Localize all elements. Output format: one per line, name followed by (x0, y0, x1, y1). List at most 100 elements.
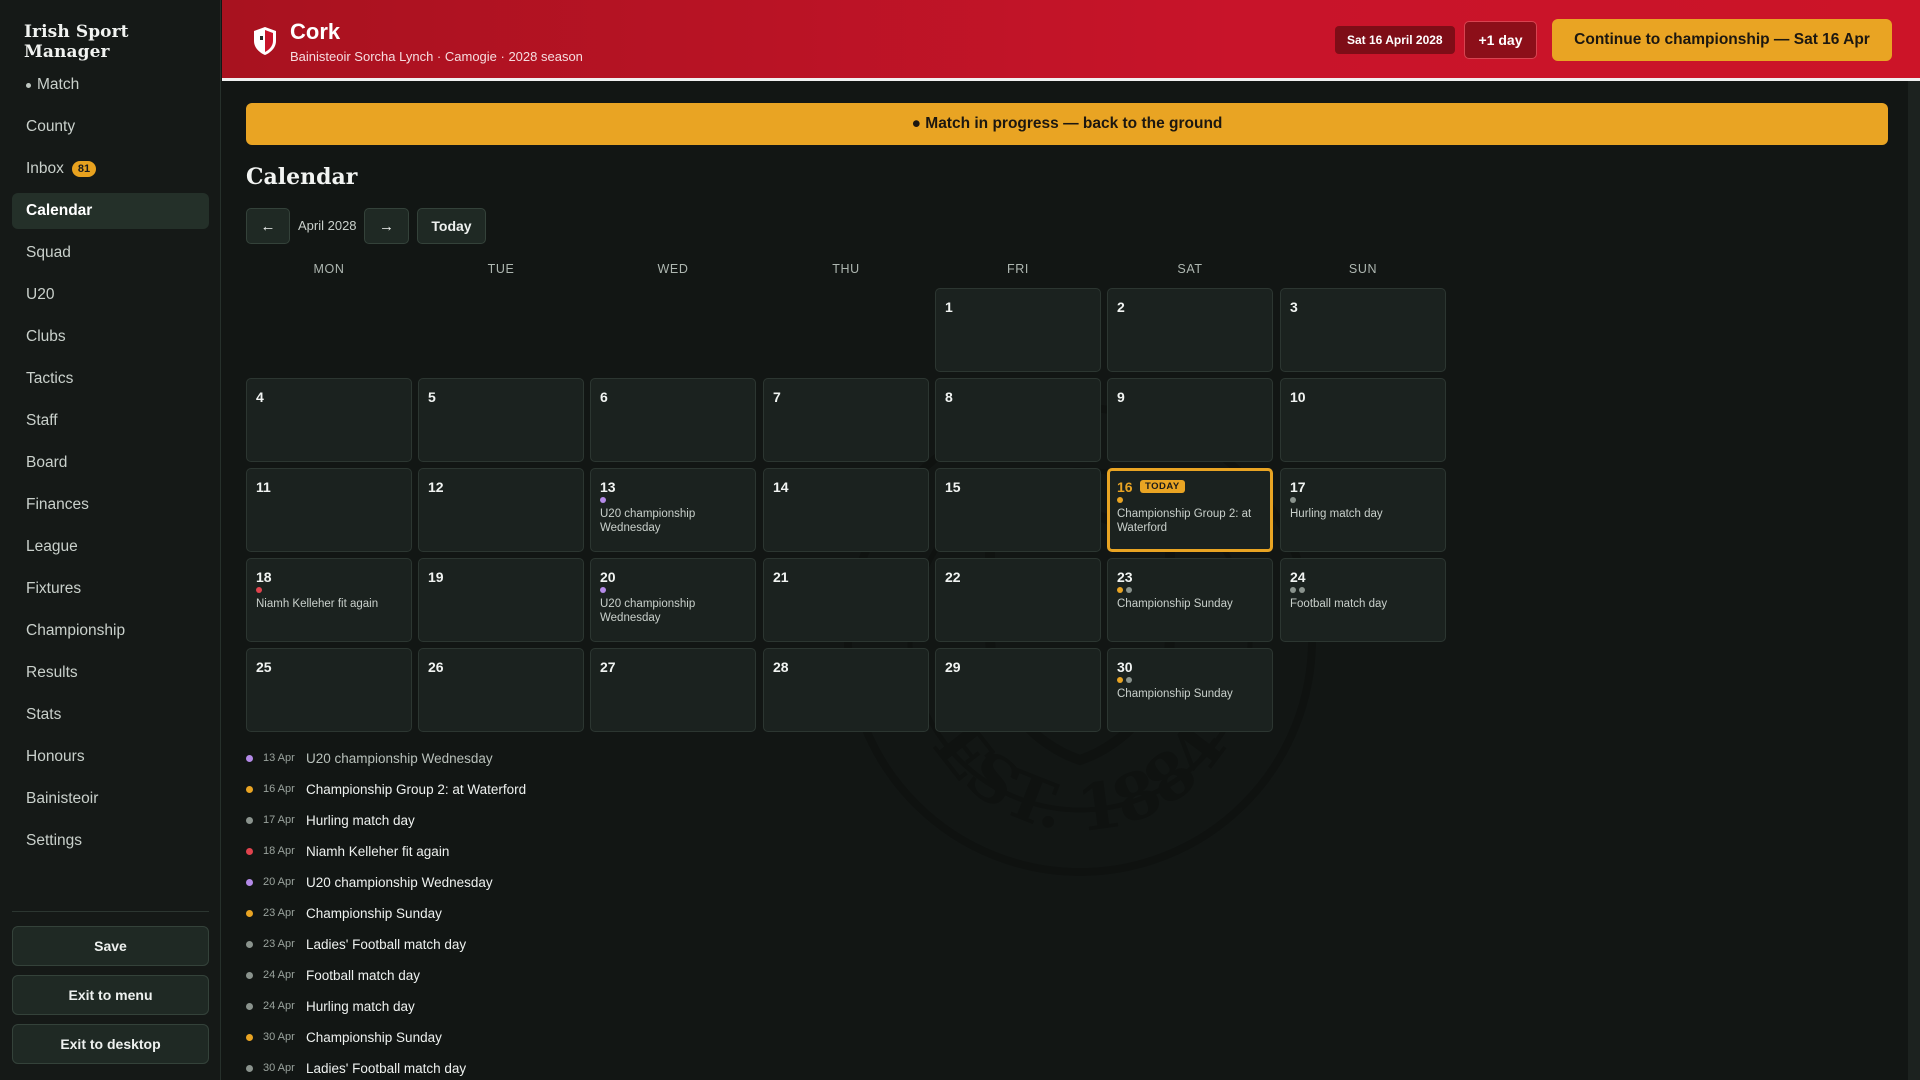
calendar-day[interactable]: 7 (763, 378, 929, 462)
calendar-day[interactable]: 17 Hurling match day (1280, 468, 1446, 552)
sidebar-item-squad[interactable]: Squad (12, 235, 209, 271)
sidebar-item-label: Calendar (26, 202, 93, 219)
day-number: 5 (428, 389, 436, 405)
calendar-day[interactable]: 19 (418, 558, 584, 642)
prev-month-button[interactable]: ← (246, 208, 290, 244)
agenda-dot-icon (246, 1002, 253, 1010)
agenda-item[interactable]: 17 Apr Hurling match day (246, 810, 415, 830)
day-event-label: Championship Group 2: at Waterford (1117, 508, 1252, 534)
sidebar-item-label: Settings (26, 832, 83, 849)
calendar-day[interactable]: 4 (246, 378, 412, 462)
event-dot-icon (600, 587, 606, 593)
agenda-title: U20 championship Wednesday (306, 750, 493, 766)
live-dot-icon (26, 82, 31, 88)
agenda-date: 16 Apr (263, 783, 295, 795)
agenda-item[interactable]: 13 Apr U20 championship Wednesday (246, 748, 493, 768)
day-number: 22 (945, 569, 961, 585)
sidebar-item-honours[interactable]: Honours (12, 739, 209, 775)
sidebar-item-fixtures[interactable]: Fixtures (12, 571, 209, 607)
save-button[interactable]: Save (12, 926, 209, 966)
team-name: Cork (290, 19, 341, 44)
event-dot-icon (1117, 497, 1123, 503)
agenda-item[interactable]: 24 Apr Hurling match day (246, 996, 415, 1016)
calendar-day[interactable]: 10 (1280, 378, 1446, 462)
next-month-button[interactable]: → (364, 208, 409, 244)
calendar-day[interactable]: 15 (935, 468, 1101, 552)
calendar-day[interactable]: 23 Championship Sunday (1107, 558, 1273, 642)
exit-to-menu-button[interactable]: Exit to menu (12, 975, 209, 1015)
calendar-day[interactable]: 11 (246, 468, 412, 552)
sidebar-item-u20[interactable]: U20 (12, 277, 209, 313)
app-title: Irish Sport Manager (24, 22, 129, 62)
agenda-item[interactable]: 30 Apr Championship Sunday (246, 1027, 442, 1047)
sidebar-item-settings[interactable]: Settings (12, 823, 209, 859)
event-dot-icon (1290, 497, 1296, 503)
sidebar-item-label: Results (26, 664, 78, 681)
page-title: Calendar (246, 164, 358, 190)
agenda-item[interactable]: 30 Apr Ladies' Football match day (246, 1058, 466, 1078)
sidebar-item-championship[interactable]: Championship (12, 613, 209, 649)
sidebar-item-label: Clubs (26, 328, 66, 345)
day-number: 24 (1290, 569, 1306, 585)
calendar-day[interactable]: 3 (1280, 288, 1446, 372)
app-root: Irish Sport Manager Match County Inbox 81 Ca… (0, 0, 1920, 1080)
agenda-item[interactable]: 18 Apr Niamh Kelleher fit again (246, 841, 449, 861)
calendar-day[interactable]: 29 (935, 648, 1101, 732)
calendar-day[interactable]: 24 Football match day (1280, 558, 1446, 642)
calendar-day[interactable]: 5 (418, 378, 584, 462)
calendar-day[interactable]: 20 U20 championship Wednesday (590, 558, 756, 642)
calendar-day[interactable]: 12 (418, 468, 584, 552)
event-dot-icon (256, 587, 262, 593)
day-number: 14 (773, 479, 789, 495)
arrow-right-icon: → (379, 217, 394, 235)
sidebar-item-calendar[interactable]: Calendar (12, 193, 209, 229)
calendar-day[interactable]: 6 (590, 378, 756, 462)
agenda-item[interactable]: 16 Apr Championship Group 2: at Waterford (246, 779, 526, 799)
calendar-day[interactable]: 9 (1107, 378, 1273, 462)
sidebar-item-bainisteoir[interactable]: Bainisteoir (12, 781, 209, 817)
calendar-day[interactable]: 2 (1107, 288, 1273, 372)
calendar-day[interactable]: 18 Niamh Kelleher fit again (246, 558, 412, 642)
sidebar-item-clubs[interactable]: Clubs (12, 319, 209, 355)
sidebar-item-board[interactable]: Board (12, 445, 209, 481)
calendar-day[interactable]: 14 (763, 468, 929, 552)
event-dots (1290, 497, 1296, 503)
sidebar-item-match[interactable]: Match (12, 67, 209, 103)
sidebar-item-staff[interactable]: Staff (12, 403, 209, 439)
sidebar-item-league[interactable]: League (12, 529, 209, 565)
agenda-item[interactable]: 24 Apr Football match day (246, 965, 420, 985)
agenda-item[interactable]: 23 Apr Ladies' Football match day (246, 934, 466, 954)
calendar-day[interactable]: 8 (935, 378, 1101, 462)
sidebar-item-stats[interactable]: Stats (12, 697, 209, 733)
day-number: 2 (1117, 299, 1125, 315)
calendar-day[interactable]: 13 U20 championship Wednesday (590, 468, 756, 552)
calendar-day[interactable]: 27 (590, 648, 756, 732)
calendar-day[interactable]: 28 (763, 648, 929, 732)
sidebar-item-label: Squad (26, 244, 71, 261)
calendar-day[interactable]: 26 (418, 648, 584, 732)
agenda-dot-icon (246, 847, 253, 855)
calendar-day[interactable]: 25 (246, 648, 412, 732)
continue-button[interactable]: Continue to championship — Sat 16 Apr (1552, 19, 1892, 61)
sidebar-item-inbox[interactable]: Inbox 81 (12, 151, 209, 187)
day-event-label: Niamh Kelleher fit again (256, 598, 379, 610)
page-scrollbar[interactable] (1908, 81, 1920, 1080)
sidebar-item-tactics[interactable]: Tactics (12, 361, 209, 397)
match-in-progress-banner[interactable]: ● Match in progress — back to the ground (246, 103, 1888, 145)
day-number: 17 (1290, 479, 1306, 495)
calendar-day[interactable]: 30 Championship Sunday (1107, 648, 1273, 732)
calendar-day[interactable]: 21 (763, 558, 929, 642)
advance-one-day-button[interactable]: +1 day (1464, 21, 1537, 59)
exit-to-desktop-button[interactable]: Exit to desktop (12, 1024, 209, 1064)
today-button[interactable]: Today (417, 208, 486, 244)
agenda-item[interactable]: 23 Apr Championship Sunday (246, 903, 442, 923)
sidebar-item-label: League (26, 538, 78, 555)
calendar-day[interactable]: 22 (935, 558, 1101, 642)
calendar-day-today[interactable]: 16 TODAY Championship Group 2: at Waterfor… (1107, 468, 1273, 552)
calendar-day[interactable]: 1 (935, 288, 1101, 372)
agenda-item[interactable]: 20 Apr U20 championship Wednesday (246, 872, 493, 892)
sidebar-item-results[interactable]: Results (12, 655, 209, 691)
sidebar-item-finances[interactable]: Finances (12, 487, 209, 523)
sidebar-item-county[interactable]: County (12, 109, 209, 145)
event-dot-icon (1299, 587, 1305, 593)
